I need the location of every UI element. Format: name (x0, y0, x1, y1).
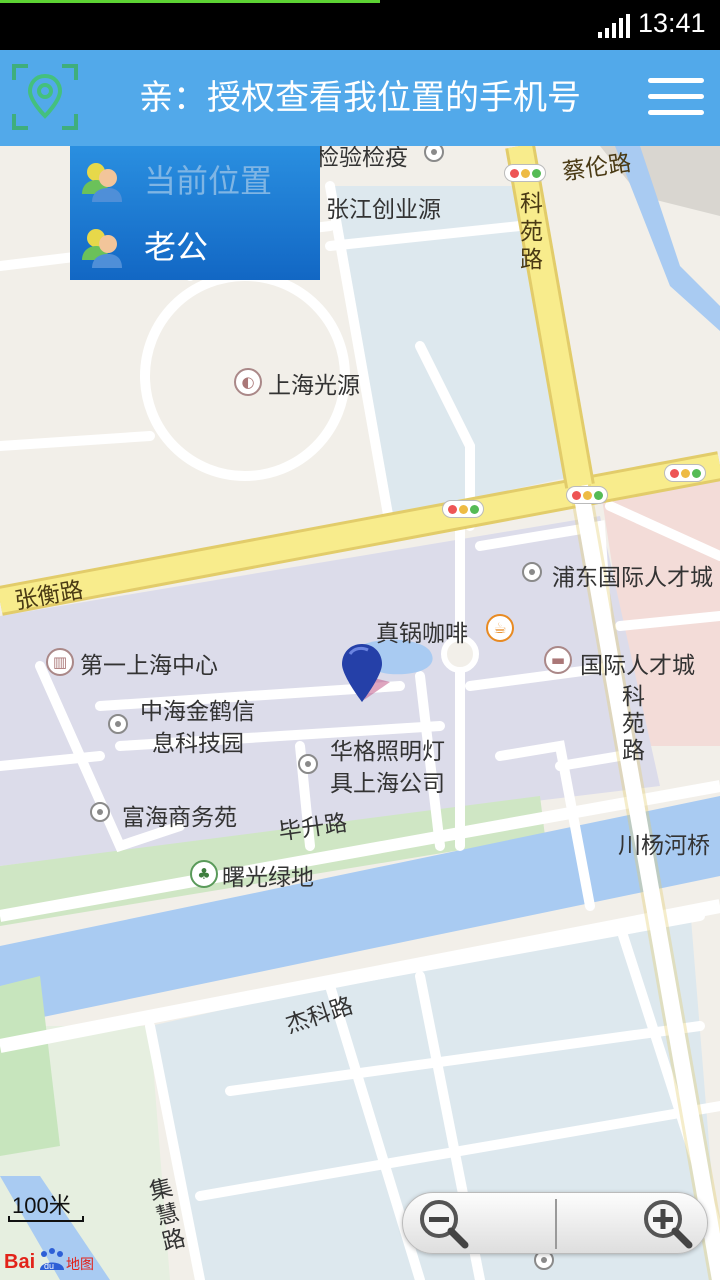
hotel-icon: ▬ (544, 646, 572, 674)
traffic-light-icon (504, 164, 546, 182)
traffic-light-icon (566, 486, 608, 504)
poi-label[interactable]: 第一上海中心 (80, 646, 218, 680)
status-progress-line (0, 0, 380, 3)
location-pin-icon[interactable] (12, 64, 78, 130)
building-icon: ▥ (46, 648, 74, 676)
poi-dot-icon (90, 802, 110, 822)
app-header: 亲：授权查看我位置的手机号 (0, 50, 720, 146)
menu-icon[interactable] (648, 78, 704, 120)
map-marker-icon[interactable] (340, 642, 392, 706)
contact-item-current-location[interactable]: 当前位置 (70, 148, 320, 214)
traffic-light-icon (442, 500, 484, 518)
map-scale-bar (8, 1216, 84, 1222)
zoom-divider (555, 1199, 557, 1249)
status-bar: 13:41 (0, 0, 720, 50)
poi-label[interactable]: 中海金鹤信 (140, 692, 255, 726)
map-view[interactable]: 检验检疫 张江创业源 ◐ 上海光源 浦东国际人才城 真锅咖啡 ☕ ▥ 第一上海中… (0, 146, 720, 1280)
poi-label[interactable]: 曙光绿地 (222, 858, 314, 892)
poi-dot-icon (298, 754, 318, 774)
road-label: 科苑路 (520, 191, 543, 273)
svg-text:Bai: Bai (4, 1251, 35, 1273)
poi-research-icon: ◐ (234, 368, 262, 396)
map-canvas[interactable] (0, 146, 720, 1280)
svg-text:地图: 地图 (66, 1257, 94, 1273)
poi-dot-icon (522, 562, 542, 582)
coffee-icon: ☕ (486, 614, 514, 642)
signal-icon (598, 14, 630, 38)
poi-label[interactable]: 上海光源 (268, 366, 360, 400)
contact-item-husband[interactable]: 老公 (70, 214, 320, 280)
contact-dropdown: 当前位置 老公 (70, 146, 320, 280)
poi-label[interactable]: 华格照明灯 (330, 732, 445, 766)
page-title: 亲：授权查看我位置的手机号 (139, 78, 581, 118)
poi-label[interactable]: 息科技园 (152, 724, 244, 758)
park-icon: ♣ (190, 860, 218, 888)
poi-label[interactable]: 张江创业源 (326, 190, 441, 224)
poi-label[interactable]: 国际人才城 (580, 646, 695, 680)
poi-label[interactable]: 检验检疫 (316, 146, 408, 172)
zoom-in-icon[interactable] (641, 1197, 695, 1251)
svg-text:du: du (44, 1261, 54, 1271)
zoom-out-icon[interactable] (417, 1197, 471, 1251)
poi-label[interactable]: 川杨河桥 (618, 826, 710, 860)
poi-label[interactable]: 具上海公司 (330, 764, 445, 798)
road-label: 科苑路 (622, 684, 645, 764)
contact-avatar-icon (82, 229, 122, 268)
status-time: 13:41 (638, 8, 706, 38)
poi-label[interactable]: 浦东国际人才城 (552, 558, 713, 592)
traffic-light-icon (664, 464, 706, 482)
zoom-control (402, 1192, 708, 1254)
poi-dot-icon (108, 714, 128, 734)
poi-label[interactable]: 富海商务苑 (122, 798, 237, 832)
baidu-logo: Bai du 地图 (4, 1248, 94, 1273)
contact-label: 老公 (144, 228, 209, 266)
contact-avatar-icon (82, 163, 122, 202)
contact-label: 当前位置 (144, 162, 273, 200)
